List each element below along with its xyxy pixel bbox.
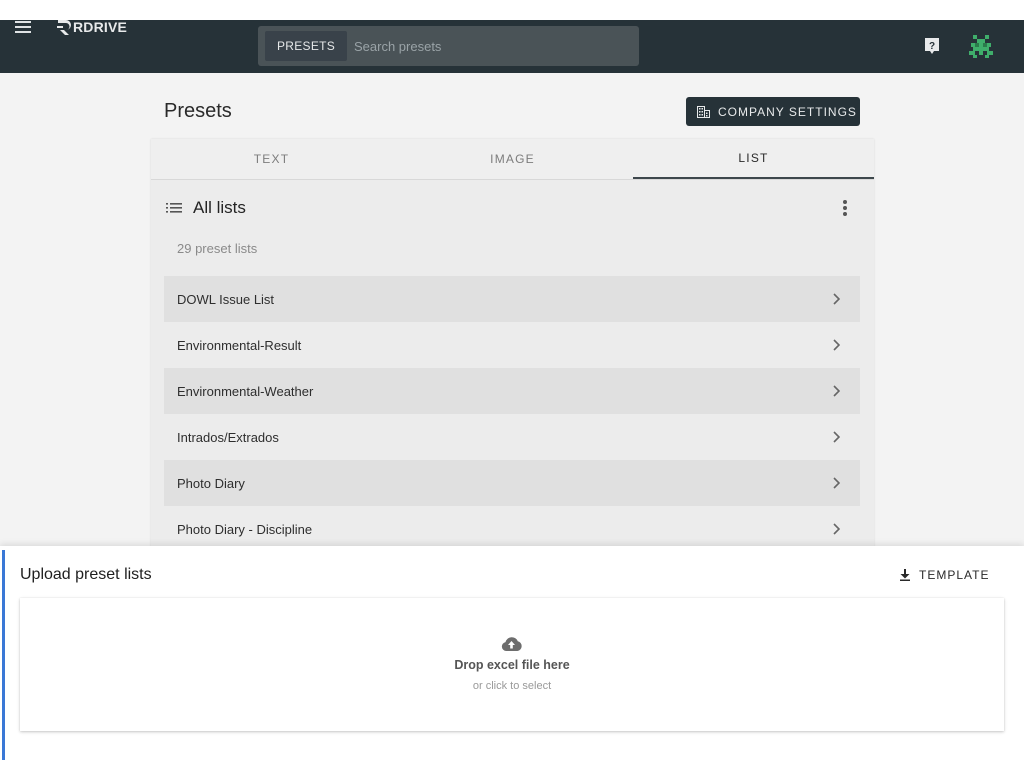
panel-accent-bar <box>2 550 5 760</box>
cloud-upload-icon <box>501 637 522 651</box>
list-item-label: Photo Diary - Discipline <box>177 521 313 537</box>
brand-logo[interactable]: RDRIVE <box>56 17 127 37</box>
chevron-right-icon <box>833 477 840 489</box>
template-label: TEMPLATE <box>919 568 990 582</box>
list-item-label: Environmental-Weather <box>177 383 314 399</box>
tab-text[interactable]: TEXT <box>151 139 392 179</box>
chevron-right-icon <box>833 339 840 351</box>
dropzone-title: Drop excel file here <box>454 658 570 672</box>
pixel-avatar-icon[interactable] <box>968 33 994 59</box>
list-item-label: Intrados/Extrados <box>177 429 279 445</box>
list-item[interactable]: Environmental-Result <box>164 322 860 368</box>
chevron-right-icon <box>833 431 840 443</box>
tab-list[interactable]: LIST <box>633 139 874 179</box>
download-icon <box>900 569 910 581</box>
list-item-label: Photo Diary <box>177 475 245 491</box>
upload-panel-title: Upload preset lists <box>20 566 152 583</box>
brand-name: RDRIVE <box>73 19 128 35</box>
chevron-right-icon <box>833 293 840 305</box>
lists-title: All lists <box>193 198 246 217</box>
tab-image[interactable]: IMAGE <box>392 139 633 179</box>
top-strip <box>0 0 1024 20</box>
list-item[interactable]: Environmental-Weather <box>164 368 860 414</box>
list-icon <box>166 203 182 213</box>
download-template-button[interactable]: TEMPLATE <box>900 565 989 585</box>
search-input[interactable] <box>350 31 635 61</box>
list-item[interactable]: DOWL Issue List <box>164 276 860 322</box>
list-item[interactable]: Intrados/Extrados <box>164 414 860 460</box>
building-icon <box>697 105 710 118</box>
more-vert-icon[interactable] <box>838 199 852 217</box>
preset-tabs: TEXT IMAGE LIST <box>151 139 874 180</box>
chevron-right-icon <box>833 385 840 397</box>
chevron-right-icon <box>833 523 840 535</box>
dropzone-hint: or click to select <box>472 680 552 692</box>
hamburger-menu-icon[interactable] <box>13 17 33 37</box>
company-settings-button[interactable]: COMPANY SETTINGS <box>686 97 860 126</box>
list-item[interactable]: Photo Diary <box>164 460 860 506</box>
preset-list-count: 29 preset lists <box>177 241 258 256</box>
page-title: Presets <box>164 100 232 122</box>
search-scope-chip[interactable]: PRESETS <box>265 31 347 61</box>
help-icon[interactable]: ? <box>923 37 941 55</box>
list-item-label: Environmental-Result <box>177 337 302 353</box>
company-settings-label: COMPANY SETTINGS <box>718 104 857 119</box>
svg-text:?: ? <box>929 41 935 52</box>
brand-mark-icon <box>57 20 71 35</box>
list-item-label: DOWL Issue List <box>177 291 275 307</box>
preset-list: DOWL Issue List Environmental-Result Env… <box>164 276 860 552</box>
